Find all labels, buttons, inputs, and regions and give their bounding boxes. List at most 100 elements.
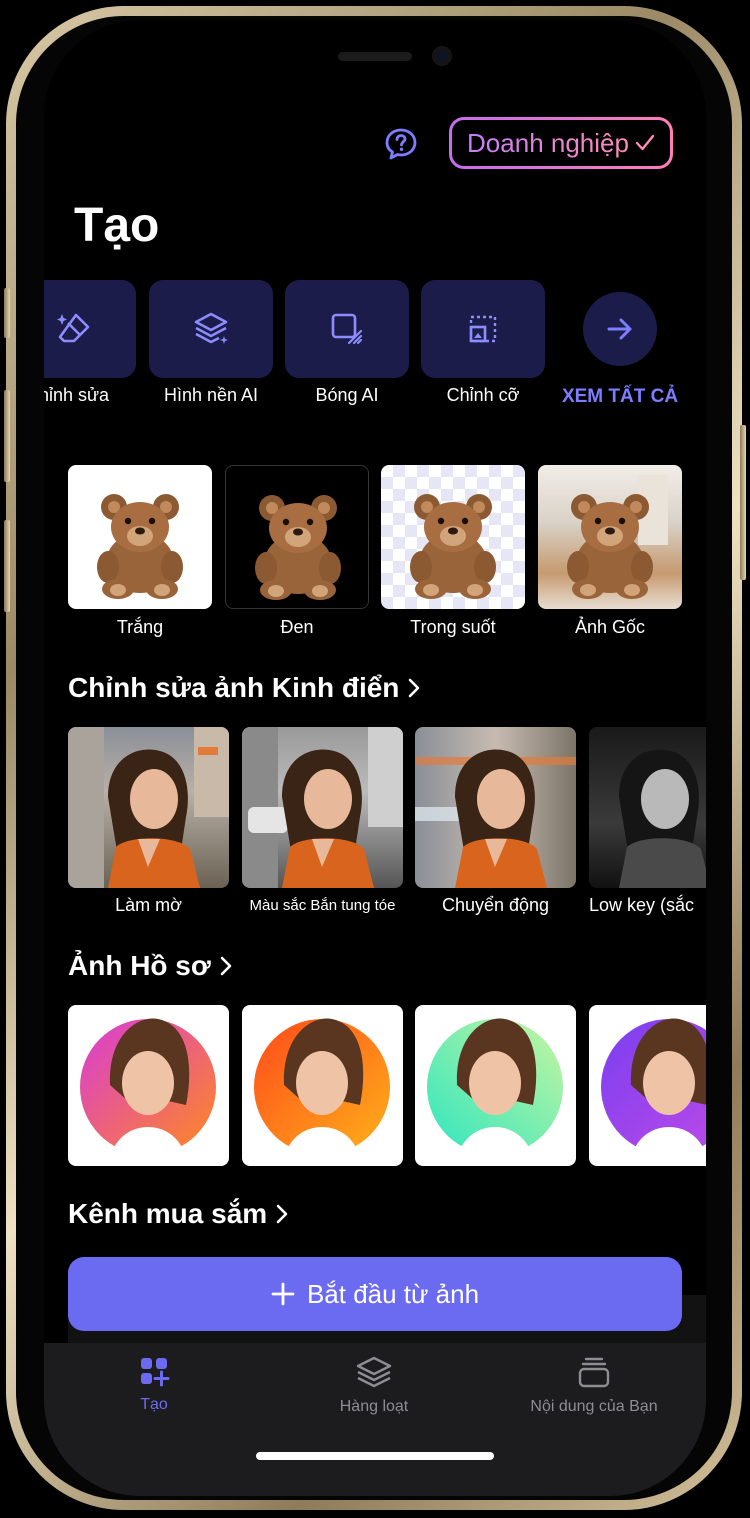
layers-sparkle-icon [194, 312, 228, 344]
thumbnail [242, 1005, 403, 1166]
tool-ai-background[interactable]: Hình nền AI [149, 280, 273, 405]
teddy-bear-image [567, 475, 668, 599]
volume-down-button [4, 520, 10, 612]
earpiece-speaker [338, 52, 412, 61]
portrait-photo [68, 727, 229, 888]
tab-label: Hàng loạt [339, 1398, 409, 1415]
tool-label: Chỉnh cỡ [446, 385, 520, 405]
chevron-right-icon [409, 678, 420, 698]
background-option-transparent[interactable]: Trong suốt [381, 465, 525, 637]
front-camera [432, 46, 452, 66]
portrait-photo [619, 749, 706, 888]
profile-portrait [601, 1018, 706, 1166]
tool-tile [44, 280, 136, 378]
stack-icon [578, 1357, 610, 1388]
background-option-label: Trắng [116, 617, 164, 637]
portrait-photo [242, 727, 403, 888]
see-all-label[interactable]: XEM TẤT CẢ [556, 386, 684, 408]
thumbnail [68, 465, 212, 609]
background-option-original[interactable]: Ảnh Gốc [538, 465, 682, 637]
teddy-bear-image [97, 494, 183, 599]
tool-label: Hình nền AI [163, 385, 259, 405]
background-option-label: Đen [280, 617, 314, 637]
background-option-black[interactable]: Đen [225, 465, 369, 637]
tool-ai-shadow[interactable]: Bóng AI [285, 280, 409, 405]
section-title: Chỉnh sửa ảnh Kinh điển [68, 672, 400, 703]
thumbnail [381, 465, 525, 609]
tool-label: hỉnh sửa [44, 385, 110, 405]
section-profile-photos[interactable]: Ảnh Hồ sơ [68, 950, 233, 982]
start-button-label: Bắt đầu từ ảnh [306, 1278, 480, 1309]
thumbnail [589, 727, 706, 888]
classic-edit-color-splash[interactable]: Màu sắc Bắn tung tóe [242, 727, 403, 914]
classic-edit-label: Low key (sắc [589, 895, 695, 915]
section-title: Ảnh Hồ sơ [68, 950, 211, 981]
eraser-sparkle-icon [57, 313, 90, 343]
tools-row: hỉnh sửa Hình nền AI Bóng AI Chỉnh cỡ XE… [44, 280, 706, 420]
section-classic-edits[interactable]: Chỉnh sửa ảnh Kinh điển [68, 672, 421, 704]
tab-your-content[interactable]: Nội dung của Bạn [494, 1355, 694, 1416]
background-option-label: Ảnh Gốc [574, 617, 646, 637]
classic-edit-label: Làm mờ [115, 895, 182, 915]
thumbnail [68, 727, 229, 888]
business-button[interactable]: Doanh nghiệp [449, 117, 673, 169]
tab-label: Nội dung của Bạn [530, 1398, 658, 1415]
background-option-label: Trong suốt [410, 617, 496, 637]
start-from-photo-button[interactable]: Bắt đầu từ ảnh [68, 1257, 682, 1331]
section-shopping-channels[interactable]: Kênh mua sắm [68, 1198, 289, 1230]
profile-style-purple[interactable] [589, 1005, 706, 1166]
shadow-square-icon [331, 313, 363, 345]
tab-label: Tạo [140, 1396, 168, 1413]
tab-batch[interactable]: Hàng loạt [274, 1355, 474, 1416]
profile-style-orange[interactable] [242, 1005, 403, 1166]
layers-icon [356, 1356, 392, 1388]
teddy-bear-image [255, 495, 341, 600]
arrow-right-icon [607, 318, 632, 340]
volume-up-button [4, 390, 10, 482]
classic-edit-motion[interactable]: Chuyển động [415, 727, 576, 915]
see-all-button[interactable] [583, 292, 657, 366]
chevron-right-icon [276, 1204, 288, 1224]
help-icon[interactable] [384, 127, 418, 161]
mute-switch [4, 288, 10, 338]
profile-portrait [427, 1018, 563, 1166]
profile-style-teal[interactable] [415, 1005, 576, 1166]
tab-create[interactable]: Tạo [54, 1355, 254, 1414]
classic-edit-blur[interactable]: Làm mờ [68, 727, 229, 915]
portrait-photo [415, 749, 576, 888]
classic-edits-row: Làm mờ Màu sắc Bắn tung tóe Chuyển động … [68, 727, 706, 927]
thumbnail [538, 465, 682, 609]
tool-retouch[interactable]: hỉnh sửa [44, 280, 136, 405]
profile-portrait [254, 1018, 390, 1166]
section-title: Kênh mua sắm [68, 1198, 268, 1229]
tool-resize[interactable]: Chỉnh cỡ [421, 280, 545, 405]
classic-edit-label: Màu sắc Bắn tung tóe [249, 897, 396, 914]
business-label: Doanh nghiệp [467, 127, 629, 158]
classic-edit-label: Chuyển động [441, 895, 550, 915]
tool-label: Bóng AI [315, 385, 379, 405]
thumbnail [415, 727, 576, 888]
thumbnail [589, 1005, 706, 1166]
page-title: Tạo [74, 199, 160, 252]
home-indicator[interactable] [256, 1452, 494, 1460]
profile-style-pink[interactable] [68, 1005, 229, 1166]
classic-edit-low-key[interactable]: Low key (sắc [589, 727, 706, 915]
power-button [740, 425, 746, 580]
tab-bar: Tạo Hàng loạt Nội dung của Bạn [44, 1343, 706, 1496]
thumbnail [415, 1005, 576, 1166]
profile-portrait [80, 1018, 216, 1166]
thumbnail [225, 465, 369, 609]
thumbnail [68, 1005, 229, 1166]
checkmark-icon [635, 134, 655, 151]
grid-plus-icon [141, 1358, 170, 1387]
thumbnail [242, 727, 403, 888]
profile-photos-row [68, 1005, 706, 1167]
tool-tile [421, 280, 545, 378]
teddy-bear-image [410, 494, 496, 599]
background-option-white[interactable]: Trắng [68, 465, 212, 637]
tool-tile [149, 280, 273, 378]
chevron-right-icon [220, 956, 232, 976]
tool-tile [285, 280, 409, 378]
resize-icon [469, 315, 497, 343]
plus-icon [271, 1282, 295, 1306]
